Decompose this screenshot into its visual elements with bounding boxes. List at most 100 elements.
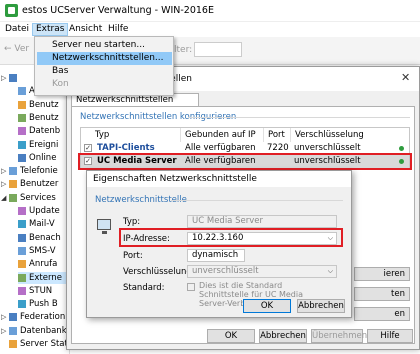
standard-checkbox bbox=[187, 283, 195, 291]
port-field[interactable]: dynamisch bbox=[187, 249, 245, 262]
expand-toggle-icon[interactable]: ▷ bbox=[1, 72, 6, 84]
tree-item-icon bbox=[18, 113, 26, 122]
tree-item[interactable]: Benach bbox=[18, 232, 70, 244]
col-header-ip[interactable]: Gebunden auf IP bbox=[181, 128, 264, 142]
expand-toggle-icon[interactable]: ▷ bbox=[1, 178, 6, 190]
tree-item-icon bbox=[9, 326, 17, 335]
typ-field: UC Media Server bbox=[187, 215, 337, 228]
highlight-box bbox=[119, 228, 343, 247]
tree-item-label: Benutz bbox=[29, 112, 59, 123]
dialog-ok-button[interactable]: OK bbox=[243, 299, 291, 313]
tree-item-label: Update bbox=[29, 206, 60, 216]
menu-hilfe[interactable]: Hilfe bbox=[105, 23, 131, 36]
tree-item-icon bbox=[18, 153, 26, 162]
tree-item[interactable]: Mail-V bbox=[18, 218, 70, 230]
side-button[interactable]: en bbox=[354, 307, 410, 321]
dialog-title: Eigenschaften Netzwerkschnittstelle bbox=[93, 174, 257, 184]
tree-item[interactable]: ▷ Federation bbox=[1, 311, 70, 323]
tree-item[interactable]: ▷ Benutzer bbox=[1, 178, 70, 190]
back-label: Ver bbox=[14, 44, 30, 54]
main-window-title: estos UCServer Verwaltung - WIN-2016E bbox=[22, 5, 214, 16]
side-button[interactable]: ten bbox=[354, 287, 410, 301]
tree-item-label: SMS-V bbox=[29, 245, 56, 256]
cancel-button[interactable]: Abbrechen bbox=[259, 329, 307, 343]
col-header-port[interactable]: Port bbox=[264, 128, 291, 142]
main-title-bar: estos UCServer Verwaltung - WIN-2016E bbox=[0, 0, 420, 22]
tree-item[interactable]: Server Stat bbox=[9, 338, 70, 350]
tree-item-label: Services bbox=[20, 192, 56, 203]
expand-toggle-icon[interactable]: ▷ bbox=[1, 325, 6, 337]
tree-item[interactable]: Anrufa bbox=[18, 258, 70, 270]
encryption-label: Verschlüsselung: bbox=[123, 267, 195, 277]
dialog-cancel-button[interactable]: Abbrechen bbox=[297, 299, 345, 313]
tree-item[interactable]: SMS-V bbox=[18, 245, 70, 257]
menu-datei[interactable]: Datei bbox=[2, 23, 32, 36]
menu-item-kon: Kon bbox=[52, 79, 69, 89]
menu-item-server-restart[interactable]: Server neu starten... bbox=[37, 39, 172, 52]
tree-item-icon bbox=[9, 180, 17, 189]
tree-item[interactable]: Datenb bbox=[18, 125, 70, 137]
back-button[interactable]: ← Ver bbox=[4, 44, 29, 54]
tree-item[interactable]: Benutz bbox=[18, 112, 70, 124]
menu-item-netzwerkschnittstellen[interactable]: Netzwerkschnittstellen... bbox=[37, 52, 172, 65]
col-header-enc[interactable]: Verschlüsselung bbox=[291, 128, 409, 142]
col-header-typ[interactable]: Typ bbox=[81, 128, 181, 142]
tree-item-label: Ereigni bbox=[29, 139, 59, 150]
tree-item[interactable]: Benutz bbox=[18, 99, 70, 111]
filter-label: lter: bbox=[174, 45, 193, 55]
tree-item[interactable]: Ereigni bbox=[18, 139, 70, 151]
tree-item[interactable]: Update bbox=[18, 205, 70, 217]
tree-item[interactable]: ▷ Datenbank bbox=[1, 325, 70, 337]
tree-item-icon bbox=[18, 260, 26, 269]
tree-item-label: Mail-V bbox=[29, 219, 55, 230]
tree-item[interactable]: Online bbox=[18, 152, 70, 164]
tree-item-label: Federation bbox=[20, 312, 66, 323]
chevron-down-icon: ⌵ bbox=[327, 267, 333, 275]
tree-item-icon bbox=[9, 167, 17, 176]
tree-item-icon bbox=[9, 340, 17, 348]
ok-button[interactable]: OK bbox=[207, 329, 255, 343]
navigation-tree: ▷ A Benutz Benutz Datenb Ereigni Online ▷ Telefo… bbox=[0, 66, 70, 354]
tree-item[interactable]: ▷ Telefonie bbox=[1, 165, 70, 177]
encryption-select: unverschlüsselt ⌵ bbox=[187, 265, 337, 278]
tree-item[interactable]: Externe bbox=[18, 271, 70, 284]
tree-item-icon bbox=[18, 246, 26, 255]
menu-item-bas[interactable]: Bas bbox=[37, 65, 172, 78]
tree-item-label: Anrufa bbox=[29, 259, 58, 270]
app-logo-icon bbox=[5, 4, 18, 17]
expand-toggle-icon[interactable]: ▷ bbox=[1, 165, 6, 177]
expand-toggle-icon[interactable]: ▷ bbox=[1, 311, 6, 323]
dialog-title-bar: Eigenschaften Netzwerkschnittstelle bbox=[87, 171, 351, 187]
standard-label: Standard: bbox=[123, 283, 165, 293]
close-icon[interactable]: ✕ bbox=[401, 71, 410, 84]
row-checkbox[interactable]: ✓ bbox=[84, 144, 92, 152]
help-button[interactable]: Hilfe bbox=[367, 329, 413, 343]
tree-item[interactable]: Push B bbox=[18, 298, 70, 310]
filter-input[interactable] bbox=[194, 42, 242, 57]
extras-dropdown-menu: Server neu starten... Netzwerkschnittste… bbox=[34, 36, 174, 96]
tree-item-label: Benutz bbox=[29, 99, 59, 110]
tree-item-icon bbox=[18, 100, 26, 109]
tree-item[interactable]: STUN bbox=[18, 285, 70, 297]
tree-item-icon bbox=[18, 87, 26, 96]
back-arrow-icon: ← bbox=[4, 44, 12, 54]
menu-extras[interactable]: Extras bbox=[32, 23, 69, 36]
expand-toggle-icon[interactable]: ◢ bbox=[1, 192, 6, 204]
tree-item-label: Push B bbox=[29, 299, 58, 310]
tree-item-icon bbox=[18, 273, 26, 282]
group-divider bbox=[188, 117, 410, 118]
tree-item-label: Externe bbox=[29, 272, 62, 283]
group-divider bbox=[171, 200, 343, 201]
highlight-box bbox=[78, 153, 412, 170]
apply-button: Übernehmen bbox=[311, 329, 368, 343]
tree-item-icon bbox=[18, 140, 26, 149]
tree-item-icon bbox=[9, 313, 17, 322]
tree-item-icon bbox=[18, 300, 26, 309]
tree-item-label: STUN bbox=[29, 285, 53, 296]
side-button[interactable]: ieren bbox=[354, 267, 410, 281]
tree-item-icon bbox=[18, 286, 26, 295]
menu-ansicht[interactable]: Ansicht bbox=[66, 23, 105, 36]
tree-item[interactable]: ◢ Services bbox=[1, 192, 70, 204]
menubar: Datei Extras Ansicht Hilfe bbox=[0, 22, 420, 37]
tree-item-icon bbox=[18, 220, 26, 229]
